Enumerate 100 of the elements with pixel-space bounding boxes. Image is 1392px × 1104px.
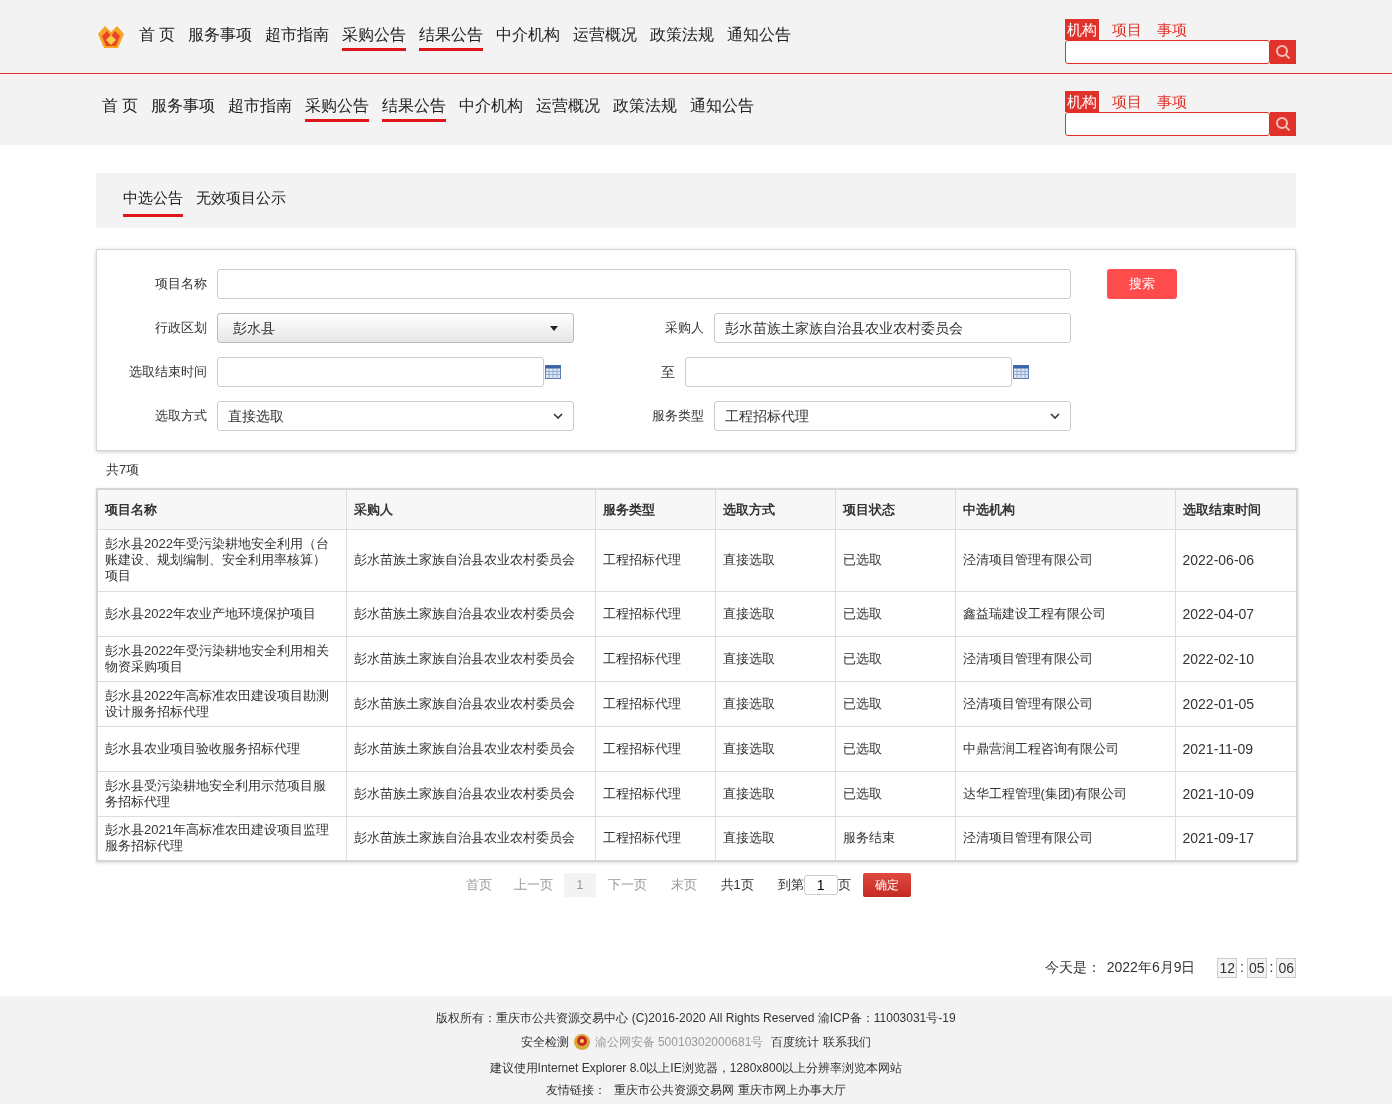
nav-link[interactable]: 政策法规	[613, 94, 678, 122]
column-header: 项目名称	[97, 489, 346, 529]
contact-link[interactable]: 联系我们	[823, 1033, 872, 1051]
purchaser-input[interactable]: 彭水苗族土家族自治县农业农村委员会	[714, 313, 1071, 343]
project-name-input[interactable]	[217, 269, 1071, 299]
search-scope-tab[interactable]: 事项	[1155, 19, 1189, 40]
nav-link[interactable]: 超市指南	[265, 23, 330, 51]
date-input[interactable]	[685, 357, 1012, 387]
nav-link[interactable]: 中介机构	[459, 94, 524, 122]
field-label: 采购人	[664, 319, 705, 338]
region-dropdown[interactable]: 彭水县	[217, 313, 574, 343]
nav-link[interactable]: 采购公告	[305, 94, 370, 122]
table-cell: 直接选取	[715, 529, 835, 591]
nav-link[interactable]: 首 页	[102, 94, 139, 122]
clock-separator: :	[1268, 958, 1275, 977]
field-label: 选取方式	[154, 407, 208, 426]
table-cell: 工程招标代理	[595, 726, 715, 771]
table-cell: 鑫益瑞建设工程有限公司	[955, 591, 1175, 636]
search-scope-tab[interactable]: 项目	[1110, 91, 1144, 112]
nav-link[interactable]: 中介机构	[496, 23, 561, 51]
table-cell: 工程招标代理	[595, 529, 715, 591]
nav-link[interactable]: 运营概况	[573, 23, 638, 51]
table-cell: 直接选取	[715, 771, 835, 816]
service-type-select[interactable]: 工程招标代理	[714, 401, 1071, 431]
table-cell: 工程招标代理	[595, 771, 715, 816]
police-record-text: 渝公网安备 50010302000681号	[594, 1034, 764, 1051]
field-label: 选取结束时间	[128, 363, 208, 382]
table-cell: 直接选取	[715, 726, 835, 771]
nav-link[interactable]: 超市指南	[228, 94, 293, 122]
friend-link[interactable]: 重庆市公共资源交易网	[614, 1081, 734, 1103]
search-button[interactable]	[1270, 40, 1296, 64]
table-cell: 彭水苗族土家族自治县农业农村委员会	[346, 771, 595, 816]
table-cell: 彭水苗族土家族自治县农业农村委员会	[346, 726, 595, 771]
nav-link[interactable]: 服务事项	[151, 94, 216, 122]
table-cell: 已选取	[835, 771, 955, 816]
chevron-down-icon	[553, 413, 563, 419]
calendar-icon[interactable]	[1013, 365, 1029, 379]
search-input[interactable]	[1065, 40, 1270, 64]
table-cell: 彭水苗族土家族自治县农业农村委员会	[346, 681, 595, 726]
field-label: 项目名称	[154, 275, 208, 294]
clock-digits: 05	[1246, 957, 1267, 978]
today-date: 2022年6月9日	[1106, 958, 1196, 977]
table-cell: 彭水县受污染耕地安全利用示范项目服务招标代理	[97, 771, 346, 816]
security-label: 安全检测	[520, 1034, 569, 1051]
table-cell: 中鼎营润工程咨询有限公司	[955, 726, 1175, 771]
nav-link[interactable]: 结果公告	[382, 94, 447, 122]
search-icon	[1275, 116, 1291, 132]
search-input[interactable]	[1065, 112, 1270, 136]
nav-link[interactable]: 结果公告	[419, 23, 484, 51]
clock-separator: :	[1239, 958, 1245, 977]
table-cell: 已选取	[835, 726, 955, 771]
method-select[interactable]: 直接选取	[217, 401, 574, 431]
search-scope-tab[interactable]: 机构	[1065, 19, 1099, 40]
confirm-button[interactable]: 确定	[862, 873, 911, 897]
column-header: 采购人	[346, 489, 595, 529]
search-scope-tab[interactable]: 项目	[1110, 19, 1144, 40]
pagination-link[interactable]: 共1页	[708, 875, 766, 895]
table-cell: 已选取	[835, 681, 955, 726]
clock-digits: 06	[1276, 957, 1296, 978]
nav-link[interactable]: 采购公告	[342, 23, 407, 51]
search-scope-tab[interactable]: 事项	[1155, 91, 1189, 112]
table-cell: 工程招标代理	[595, 681, 715, 726]
search-button[interactable]	[1270, 112, 1296, 136]
column-header: 服务类型	[595, 489, 715, 529]
goto-label: 页	[837, 876, 851, 895]
sub-tab[interactable]: 无效项目公示	[196, 186, 286, 217]
table-cell: 彭水苗族土家族自治县农业农村委员会	[346, 591, 595, 636]
nav-link[interactable]: 首 页	[139, 23, 176, 51]
clock-digits: 12	[1217, 957, 1238, 978]
table-cell: 直接选取	[715, 591, 835, 636]
table-cell: 工程招标代理	[595, 636, 715, 681]
sub-tab[interactable]: 中选公告	[123, 186, 183, 217]
table-cell: 彭水县农业项目验收服务招标代理	[97, 726, 346, 771]
links-label: 友情链接：	[546, 1082, 606, 1099]
page-number-input[interactable]: 1	[803, 875, 838, 895]
stats-link[interactable]: 百度统计	[771, 1033, 820, 1051]
table-cell: 泾清项目管理有限公司	[955, 529, 1175, 591]
table-cell: 直接选取	[715, 636, 835, 681]
table-cell: 彭水县2022年受污染耕地安全利用相关物资采购项目	[97, 636, 346, 681]
copyright-text: 版权所有：重庆市公共资源交易中心 (C)2016-2020 All Rights Reserved 渝ICP备：11003031号-19	[436, 1010, 956, 1027]
table-cell: 泾清项目管理有限公司	[955, 681, 1175, 726]
table-cell: 彭水县2022年高标准农田建设项目勘测设计服务招标代理	[97, 681, 346, 726]
nav-link[interactable]: 服务事项	[188, 23, 253, 51]
table-cell: 已选取	[835, 591, 955, 636]
nav-link[interactable]: 通知公告	[727, 23, 792, 51]
table-cell: 彭水县2022年受污染耕地安全利用（台账建设、规划编制、安全利用率核算）项目	[97, 529, 346, 591]
table-cell: 泾清项目管理有限公司	[955, 636, 1175, 681]
table-cell: 彭水县2022年农业产地环境保护项目	[97, 591, 346, 636]
nav-link[interactable]: 政策法规	[650, 23, 715, 51]
search-scope-tab[interactable]: 机构	[1065, 91, 1099, 112]
table-cell: 直接选取	[715, 681, 835, 726]
search-icon	[1275, 44, 1291, 60]
nav-link[interactable]: 运营概况	[536, 94, 601, 122]
column-header: 项目状态	[835, 489, 955, 529]
calendar-icon[interactable]	[545, 365, 561, 379]
nav-link[interactable]: 通知公告	[690, 94, 755, 122]
chevron-down-icon	[1050, 413, 1060, 419]
goto-label: 到第	[777, 876, 804, 895]
date-input[interactable]	[217, 357, 544, 387]
friend-link[interactable]: 重庆市网上办事大厅	[738, 1081, 846, 1103]
